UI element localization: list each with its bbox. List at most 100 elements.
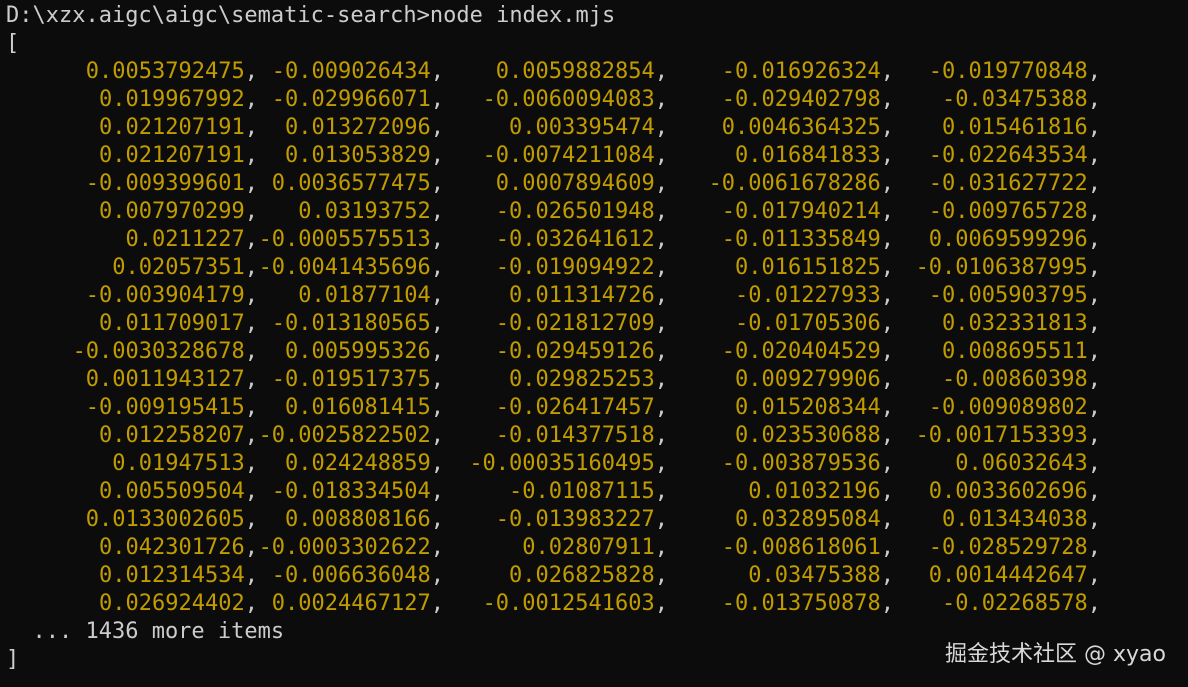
- value-cell: 0.0024467127,: [272, 590, 444, 618]
- value-cell: -0.01227933,: [735, 282, 894, 310]
- number-value: 0.0014442647: [928, 563, 1088, 588]
- value-cell: -0.013750878,: [722, 590, 894, 618]
- number-value: 0.06032643: [955, 451, 1088, 476]
- comma-separator: ,: [430, 451, 444, 476]
- number-value: -0.01087115: [509, 479, 655, 504]
- value-cell: -0.026417457,: [496, 394, 668, 422]
- comma-separator: ,: [244, 255, 258, 280]
- comma-separator: ,: [430, 367, 444, 392]
- value-cell: -0.009026434,: [272, 58, 444, 86]
- value-cell: 0.0133002605,: [86, 506, 258, 534]
- number-value: 0.009279906: [735, 367, 881, 392]
- terminal-output[interactable]: D:\xzx.aigc\aigc\sematic-search>node ind…: [6, 2, 1188, 687]
- value-cell: 0.016081415,: [285, 394, 444, 422]
- value-cell: -0.0041435696,: [259, 254, 444, 282]
- number-value: 0.019967992: [99, 87, 245, 112]
- comma-separator: ,: [654, 479, 668, 504]
- comma-separator: ,: [430, 479, 444, 504]
- value-cell: -0.029459126,: [496, 338, 668, 366]
- value-cell: 0.015461816,: [942, 114, 1101, 142]
- value-cell: -0.018334504,: [272, 478, 444, 506]
- value-row: 0.005509504, -0.018334504, -0.01087115, 0.0…: [6, 478, 1188, 506]
- value-cell: -0.019094922,: [496, 254, 668, 282]
- value-cell: 0.032331813,: [942, 310, 1101, 338]
- comma-separator: ,: [654, 451, 668, 476]
- comma-separator: ,: [1087, 367, 1101, 392]
- comma-separator: ,: [430, 591, 444, 616]
- number-value: -0.009195415: [85, 395, 245, 420]
- number-value: -0.01705306: [735, 311, 881, 336]
- number-value: -0.008618061: [721, 535, 881, 560]
- number-value: -0.0041435696: [258, 255, 431, 280]
- number-value: -0.0061678286: [708, 171, 881, 196]
- comma-separator: ,: [654, 115, 668, 140]
- value-cell: -0.0061678286,: [709, 170, 894, 198]
- number-value: -0.028529728: [928, 535, 1088, 560]
- comma-separator: ,: [244, 535, 258, 560]
- comma-separator: ,: [244, 395, 258, 420]
- value-cell: 0.021207191,: [99, 114, 258, 142]
- value-row: 0.021207191, 0.013272096, 0.003395474, 0.00…: [6, 114, 1188, 142]
- value-row: 0.012258207, -0.0025822502, -0.014377518, 0…: [6, 422, 1188, 450]
- value-cell: -0.021812709,: [496, 310, 668, 338]
- comma-separator: ,: [1087, 451, 1101, 476]
- number-value: -0.017940214: [721, 199, 881, 224]
- number-value: 0.0007894609: [495, 171, 655, 196]
- comma-separator: ,: [1087, 339, 1101, 364]
- value-row: 0.011709017, -0.013180565, -0.021812709, -0…: [6, 310, 1188, 338]
- value-row: 0.0211227, -0.0005575513, -0.032641612, -0.…: [6, 226, 1188, 254]
- value-cell: 0.0046364325,: [722, 114, 894, 142]
- number-value: 0.0024467127: [271, 591, 431, 616]
- number-value: 0.016841833: [735, 143, 881, 168]
- value-row: 0.0011943127, -0.019517375, 0.029825253, 0.…: [6, 366, 1188, 394]
- number-value: -0.016926324: [721, 59, 881, 84]
- comma-separator: ,: [430, 87, 444, 112]
- value-cell: 0.0036577475,: [272, 170, 444, 198]
- number-value: -0.02268578: [942, 591, 1088, 616]
- value-cell: -0.019517375,: [272, 366, 444, 394]
- comma-separator: ,: [654, 227, 668, 252]
- value-cell: -0.0106387995,: [916, 254, 1101, 282]
- value-cell: -0.013983227,: [496, 506, 668, 534]
- number-value: 0.03193752: [298, 199, 431, 224]
- comma-separator: ,: [244, 591, 258, 616]
- value-cell: -0.003904179,: [86, 282, 258, 310]
- comma-separator: ,: [1087, 479, 1101, 504]
- value-cell: 0.009279906,: [735, 366, 894, 394]
- comma-separator: ,: [654, 507, 668, 532]
- value-cell: 0.03193752,: [298, 198, 444, 226]
- comma-separator: ,: [654, 255, 668, 280]
- value-cell: -0.029966071,: [272, 86, 444, 114]
- number-value: -0.020404529: [721, 339, 881, 364]
- comma-separator: ,: [880, 255, 894, 280]
- number-value: 0.003395474: [509, 115, 655, 140]
- number-value: 0.005509504: [99, 479, 245, 504]
- value-cell: 0.013053829,: [285, 142, 444, 170]
- value-cell: 0.011314726,: [509, 282, 668, 310]
- value-cell: 0.0014442647,: [929, 562, 1101, 590]
- number-value: 0.007970299: [99, 199, 245, 224]
- command-prompt-line: D:\xzx.aigc\aigc\sematic-search>node ind…: [6, 3, 616, 28]
- value-cell: -0.009765728,: [929, 198, 1101, 226]
- number-value: 0.011314726: [509, 283, 655, 308]
- value-cell: -0.014377518,: [496, 422, 668, 450]
- comma-separator: ,: [244, 479, 258, 504]
- comma-separator: ,: [1087, 87, 1101, 112]
- number-value: -0.00035160495: [469, 451, 655, 476]
- number-value: -0.021812709: [495, 311, 655, 336]
- comma-separator: ,: [880, 227, 894, 252]
- comma-separator: ,: [654, 591, 668, 616]
- number-value: 0.02057351: [112, 255, 245, 280]
- value-row: 0.012314534, -0.006636048, 0.026825828, 0.0…: [6, 562, 1188, 590]
- comma-separator: ,: [880, 451, 894, 476]
- number-value: 0.0059882854: [495, 59, 655, 84]
- value-cell: 0.06032643,: [955, 450, 1101, 478]
- number-value: 0.029825253: [509, 367, 655, 392]
- value-cell: -0.0030328678,: [73, 338, 258, 366]
- value-row: -0.009399601, 0.0036577475, 0.0007894609, -…: [6, 170, 1188, 198]
- value-cell: 0.005509504,: [99, 478, 258, 506]
- value-cell: 0.02807911,: [522, 534, 668, 562]
- value-cell: 0.0059882854,: [496, 58, 668, 86]
- value-cell: -0.01087115,: [509, 478, 668, 506]
- value-cell: -0.0060094083,: [483, 86, 668, 114]
